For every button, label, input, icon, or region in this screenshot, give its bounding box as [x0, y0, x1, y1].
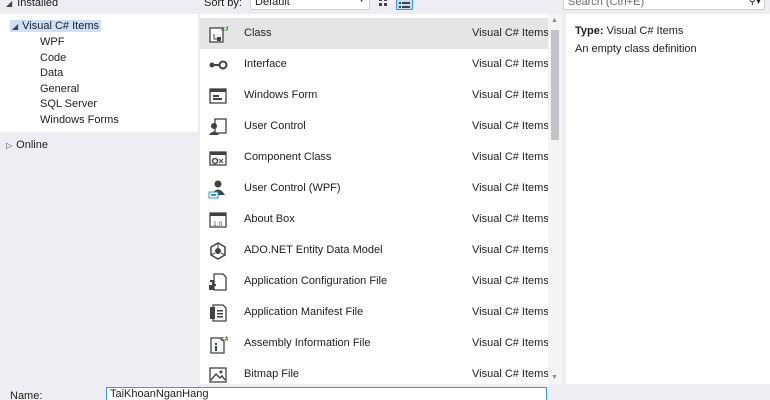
template-row-user-control[interactable]: User Control Visual C# Items — [200, 111, 549, 142]
template-name: User Control (WPF) — [244, 182, 341, 194]
sort-by-select[interactable]: Default ▼ — [250, 0, 370, 10]
name-input[interactable]: TaiKhoanNganHang — [106, 387, 547, 400]
chevron-down-icon: ▼ — [358, 0, 365, 4]
template-row-about-box[interactable]: 1.0 About Box Visual C# Items — [200, 204, 549, 235]
svg-text:c#: c# — [220, 335, 228, 343]
tree-item-windows-forms[interactable]: Windows Forms — [40, 114, 119, 126]
about-box-icon: 1.0 — [208, 210, 228, 230]
class-icon: c# — [208, 24, 228, 44]
installed-header[interactable]: ◢ Installed — [6, 0, 58, 9]
medium-icons-view-button[interactable] — [376, 0, 393, 10]
template-name: Application Configuration File — [244, 275, 388, 287]
template-row-application-manifest-file[interactable]: Application Manifest File Visual C# Item… — [200, 297, 549, 328]
template-category: Visual C# Items — [472, 120, 549, 132]
entity-data-model-icon — [208, 241, 228, 261]
template-name: User Control — [244, 120, 306, 132]
svg-text:c#: c# — [221, 25, 228, 33]
scrollbar-thumb[interactable] — [551, 30, 559, 140]
template-name: Bitmap File — [244, 368, 300, 380]
template-row-windows-form[interactable]: Windows Form Visual C# Items — [200, 80, 549, 111]
template-name: Component Class — [244, 151, 332, 163]
template-name: Class — [244, 27, 272, 39]
template-type: Type: Visual C# Items — [575, 25, 684, 37]
component-class-icon — [208, 148, 228, 168]
template-category: Visual C# Items — [472, 213, 549, 225]
name-label: Name: — [10, 390, 43, 400]
template-description-panel: Type: Visual C# Items An empty class def… — [566, 14, 770, 384]
template-category: Visual C# Items — [472, 151, 549, 163]
template-row-assembly-information-file[interactable]: c# Assembly Information File Visual C# I… — [200, 328, 549, 359]
tree-item-code[interactable]: Code — [40, 52, 66, 64]
category-tree: ◢ Visual C# Items WPF Code Data General S… — [0, 14, 198, 132]
tree-item-online[interactable]: ▷ Online — [6, 139, 48, 151]
tree-item-visual-csharp-items[interactable]: ◢ Visual C# Items — [10, 20, 101, 32]
assembly-info-icon: c# — [208, 334, 228, 354]
template-description: An empty class definition — [575, 43, 697, 55]
search-icon: ⚲▾ — [748, 0, 761, 7]
template-name: About Box — [244, 213, 295, 225]
template-row-class[interactable]: c# Class Visual C# Items — [200, 18, 549, 49]
template-category: Visual C# Items — [472, 306, 549, 318]
top-toolbar: ◢ Installed Sort by: Default ▼ Search (Ctr… — [0, 0, 770, 14]
template-category: Visual C# Items — [472, 368, 549, 380]
template-category: Visual C# Items — [472, 89, 549, 101]
template-category: Visual C# Items — [472, 275, 549, 287]
template-row-bitmap-file[interactable]: Bitmap File Visual C# Items — [200, 359, 549, 384]
windows-form-icon — [208, 86, 228, 106]
collapsed-triangle-icon: ▷ — [6, 141, 13, 150]
template-name: Application Manifest File — [244, 306, 364, 318]
template-name: Assembly Information File — [244, 337, 371, 349]
interface-icon — [208, 55, 228, 75]
list-view-icon — [399, 2, 410, 8]
user-control-icon — [208, 117, 228, 137]
medium-icons-icon — [379, 0, 387, 6]
config-file-icon — [208, 272, 228, 292]
tree-item-wpf[interactable]: WPF — [40, 36, 64, 48]
template-category: Visual C# Items — [472, 58, 549, 70]
template-name: Windows Form — [244, 89, 318, 101]
template-row-user-control-wpf[interactable]: User Control (WPF) Visual C# Items — [200, 173, 549, 204]
expanded-triangle-icon: ◢ — [12, 22, 19, 31]
template-list: c# Class Visual C# Items Interface Visua… — [200, 14, 562, 384]
search-input[interactable]: Search (Ctrl+E) ⚲▾ — [563, 0, 765, 10]
scroll-up-icon[interactable]: ▲ — [551, 17, 558, 24]
template-category: Visual C# Items — [472, 337, 549, 349]
bitmap-file-icon — [208, 365, 228, 384]
tree-item-sql-server[interactable]: SQL Server — [40, 98, 97, 110]
template-name: ADO.NET Entity Data Model — [244, 244, 383, 256]
template-list-scrollbar[interactable]: ▲ ▼ — [548, 14, 562, 384]
template-category: Visual C# Items — [472, 27, 549, 39]
template-row-application-configuration-file[interactable]: Application Configuration File Visual C#… — [200, 266, 549, 297]
svg-text:1.0: 1.0 — [213, 221, 223, 228]
tree-item-data[interactable]: Data — [40, 67, 63, 79]
template-category: Visual C# Items — [472, 182, 549, 194]
user-control-wpf-icon — [208, 179, 228, 199]
collapse-triangle-icon: ◢ — [6, 0, 13, 8]
tree-item-general[interactable]: General — [40, 83, 79, 95]
list-view-button[interactable] — [396, 0, 413, 10]
scroll-down-icon[interactable]: ▼ — [551, 374, 558, 381]
template-row-interface[interactable]: Interface Visual C# Items — [200, 49, 549, 80]
manifest-file-icon — [208, 303, 228, 323]
template-row-ado-net-entity-data-model[interactable]: ADO.NET Entity Data Model Visual C# Item… — [200, 235, 549, 266]
template-category: Visual C# Items — [472, 244, 549, 256]
template-row-component-class[interactable]: Component Class Visual C# Items — [200, 142, 549, 173]
template-name: Interface — [244, 58, 287, 70]
sort-by-label: Sort by: — [204, 0, 242, 9]
